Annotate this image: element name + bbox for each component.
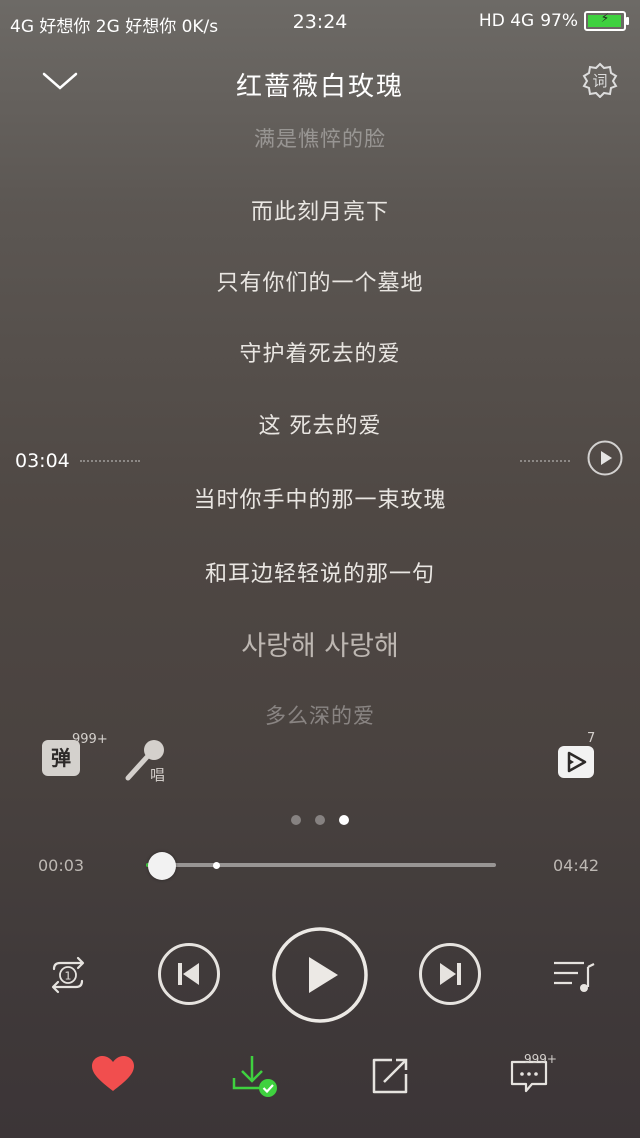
battery-icon: ⚡ (584, 11, 629, 31)
seek-marker-line (520, 460, 570, 462)
svg-text:1: 1 (65, 970, 72, 983)
repeat-one-icon[interactable]: 1 (44, 955, 92, 995)
video-icon[interactable] (556, 744, 596, 780)
seek-marker-line (80, 460, 140, 462)
danmaku-count: 999+ (72, 732, 108, 747)
heart-icon[interactable] (90, 1054, 136, 1094)
page-dot (339, 815, 349, 825)
lyric-line: 守护着死去的爱 (239, 342, 401, 367)
previous-track-icon[interactable] (157, 942, 221, 1006)
network-indicator: HD 4G (478, 11, 535, 31)
battery-percent: 97% (540, 11, 578, 31)
danmaku-label: 弹 (51, 746, 71, 770)
lyric-line: 多么深的爱 (265, 704, 375, 728)
collapse-chevron-icon[interactable] (40, 66, 80, 96)
play-icon[interactable] (271, 926, 369, 1024)
status-bar: 4G 好想你 2G 好想你 0K/s 23:24 HD 4G 97% ⚡ (0, 0, 640, 44)
duration-time: 04:42 (553, 856, 600, 875)
seek-play-icon[interactable] (586, 439, 624, 477)
page-indicator (0, 815, 640, 825)
song-title: 红蔷薇白玫瑰 (235, 72, 404, 102)
next-track-icon[interactable] (418, 942, 482, 1006)
lyric-line: 当时你手中的那一束玫瑰 (193, 488, 447, 513)
video-count: 7 (587, 731, 596, 746)
current-time: 00:03 (38, 856, 85, 875)
playlist-icon[interactable] (550, 955, 596, 995)
buffer-marker (212, 862, 220, 869)
progress-track[interactable] (146, 863, 496, 867)
lyric-line-current: 사랑해 사랑해 (241, 631, 399, 662)
sing-label: 唱 (150, 766, 166, 784)
page-dot (315, 815, 325, 825)
lyric-line: 只有你们的一个墓地 (216, 271, 424, 296)
share-icon[interactable] (370, 1056, 410, 1096)
seek-marker-time: 03:04 (15, 450, 70, 472)
lyric-line: 和耳边轻轻说的那一句 (204, 562, 435, 587)
comment-count: 999+ (524, 1052, 557, 1066)
status-right: HD 4G 97% ⚡ (478, 11, 629, 31)
progress-thumb[interactable] (147, 852, 176, 880)
lyric-line: 满是憔悴的脸 (254, 127, 386, 151)
lyrics-settings-button[interactable]: 词 (582, 62, 618, 99)
lyric-line: 这 死去的爱 (258, 414, 382, 439)
page-dot (291, 815, 301, 825)
lyric-line: 而此刻月亮下 (250, 200, 389, 225)
lyrics-settings-label: 词 (592, 72, 608, 90)
downloaded-icon[interactable] (228, 1052, 284, 1100)
